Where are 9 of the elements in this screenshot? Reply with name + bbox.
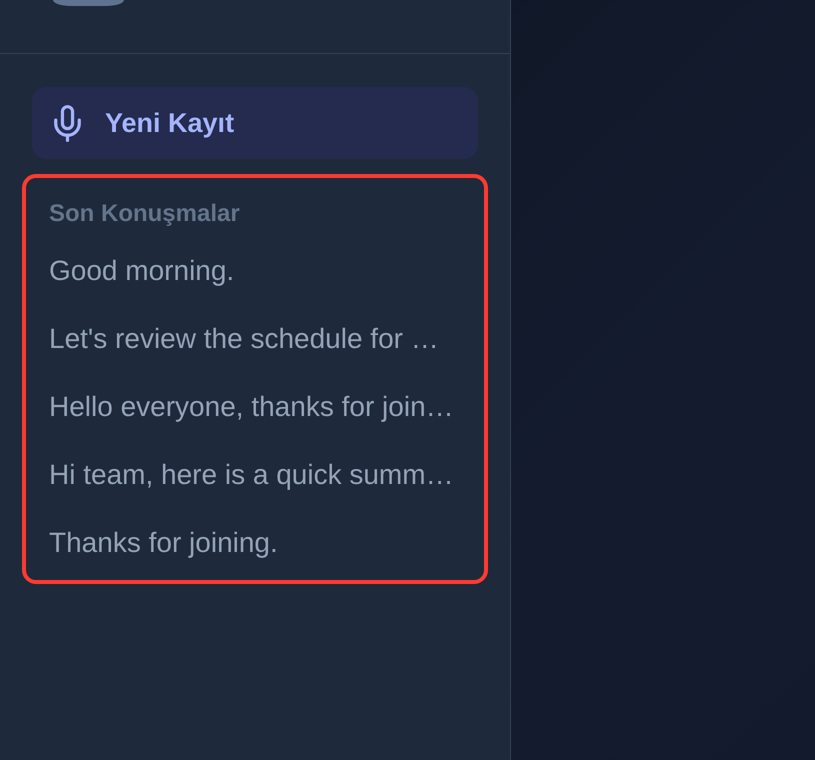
microphone-icon (54, 104, 81, 142)
conversation-item[interactable]: Thanks for joining. (49, 526, 278, 560)
conversation-item[interactable]: Good morning. (49, 254, 234, 288)
conversation-item[interactable]: Let's review the schedule for … (49, 322, 439, 356)
conversation-item[interactable]: Hi team, here is a quick summ… (49, 458, 454, 492)
clipped-pill-shape (53, 0, 124, 6)
new-recording-button[interactable]: Yeni Kayıt (32, 87, 478, 159)
section-heading: Son Konuşmalar (49, 200, 240, 228)
conversation-item[interactable]: Hello everyone, thanks for join… (49, 390, 454, 424)
